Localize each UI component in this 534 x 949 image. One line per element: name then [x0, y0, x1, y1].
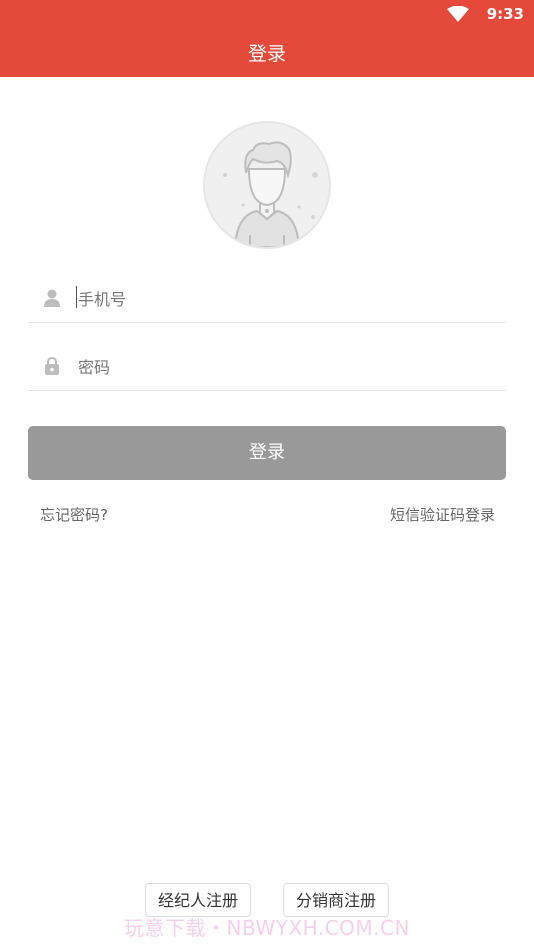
- password-field[interactable]: [28, 341, 506, 391]
- phone-field[interactable]: [28, 273, 506, 323]
- phone-input[interactable]: [76, 281, 480, 317]
- watermark: 玩意下载・NBWYXH.COM.CN: [124, 916, 410, 940]
- text-cursor: [76, 286, 77, 308]
- login-button[interactable]: 登录: [28, 426, 506, 480]
- user-icon: [44, 289, 60, 307]
- lock-icon: [45, 357, 59, 375]
- password-input[interactable]: [76, 349, 480, 385]
- app-bar: 登录: [0, 28, 534, 77]
- status-bar: 9:33: [0, 0, 534, 28]
- default-avatar-icon: [203, 121, 331, 249]
- sms-login-link[interactable]: 短信验证码登录: [390, 504, 495, 525]
- page-title: 登录: [247, 43, 286, 65]
- status-time: 9:33: [486, 5, 524, 23]
- wifi-icon: [447, 6, 469, 22]
- forgot-password-link[interactable]: 忘记密码?: [40, 504, 108, 525]
